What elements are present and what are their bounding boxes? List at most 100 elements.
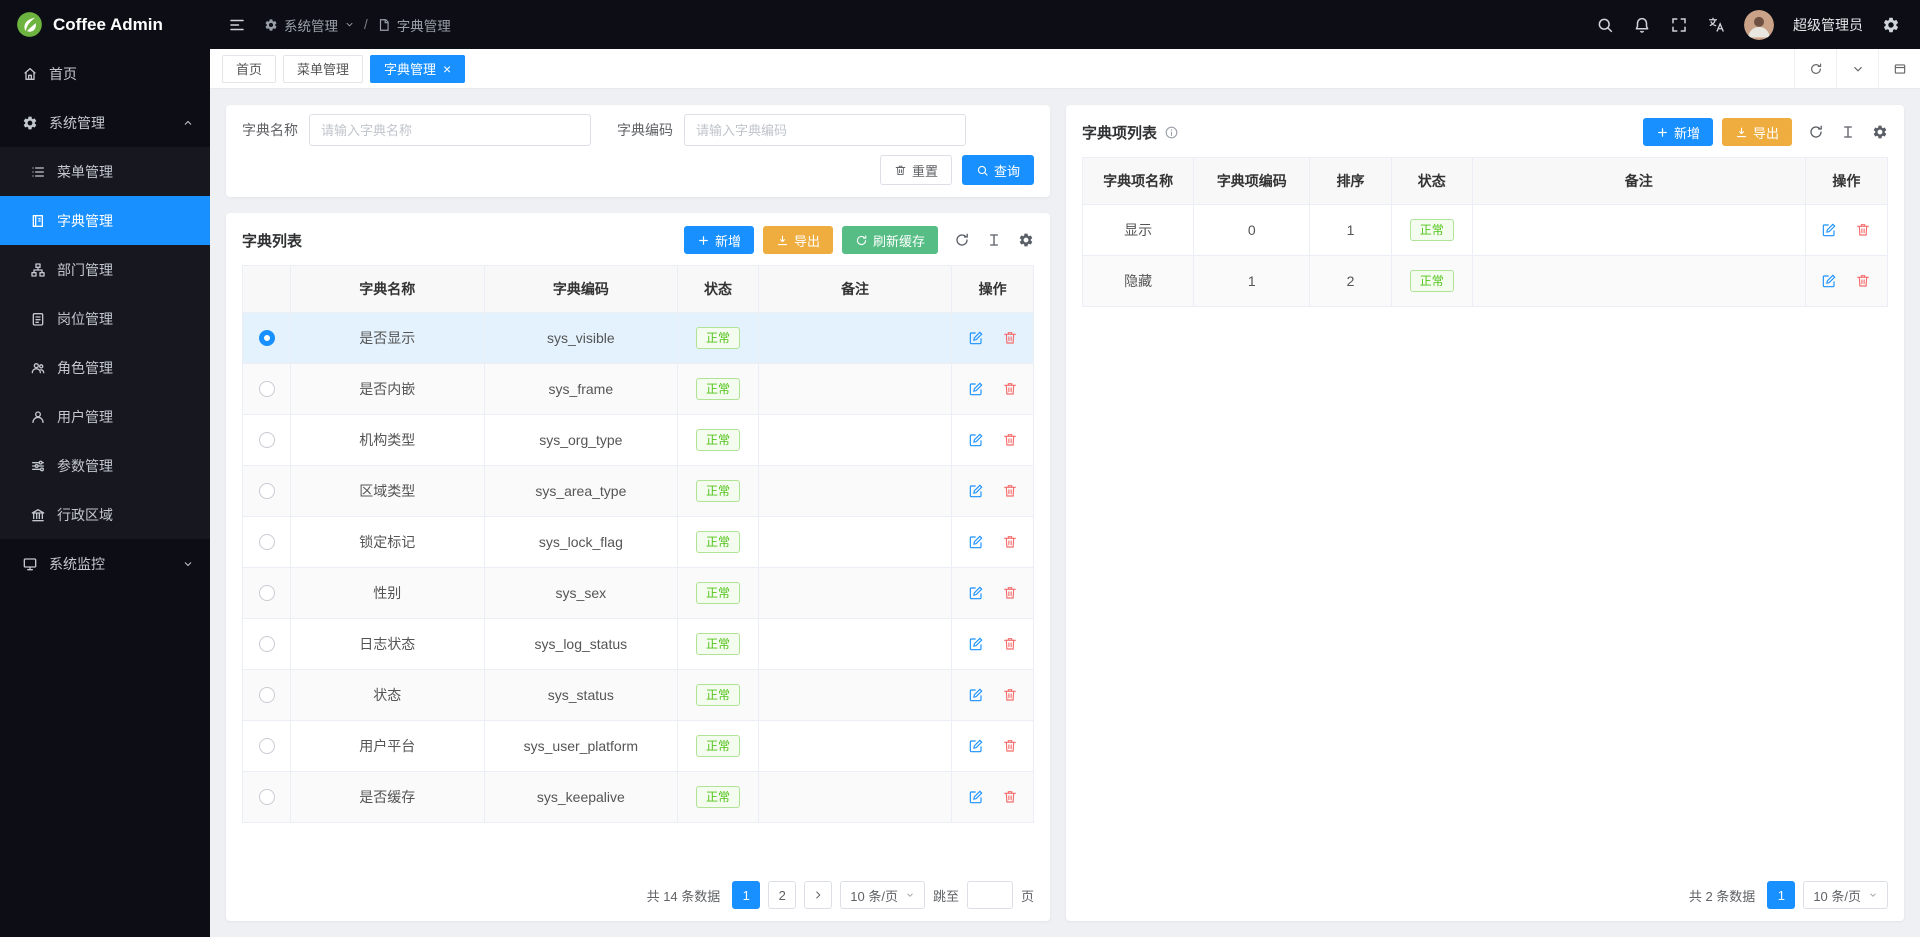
- app-title: Coffee Admin: [53, 15, 163, 35]
- dict-row-sys_lock_flag[interactable]: 锁定标记 sys_lock_flag 正常: [243, 517, 1033, 568]
- dict-row-sys_log_status[interactable]: 日志状态 sys_log_status 正常: [243, 619, 1033, 670]
- username[interactable]: 超级管理员: [1793, 15, 1863, 35]
- delete-icon[interactable]: [1855, 222, 1871, 238]
- dict-row-sys_visible[interactable]: 是否显示 sys_visible 正常: [243, 313, 1033, 364]
- dict-item-row[interactable]: 隐藏 1 2 正常: [1083, 256, 1887, 307]
- per-page-select[interactable]: 10 条/页: [1803, 881, 1888, 909]
- add-item-button[interactable]: 新增: [1643, 118, 1713, 146]
- app-logo[interactable]: Coffee Admin: [0, 0, 210, 49]
- tabs-dropdown-icon[interactable]: [1836, 49, 1878, 88]
- sidebar-item-system-monitor[interactable]: 系统监控: [0, 539, 210, 588]
- avatar[interactable]: [1744, 10, 1774, 40]
- delete-icon[interactable]: [1002, 738, 1018, 754]
- edit-icon[interactable]: [968, 636, 984, 652]
- sidebar-item-dept-management[interactable]: 部门管理: [0, 245, 210, 294]
- page-button-1[interactable]: 1: [1767, 881, 1795, 909]
- dict-row-sys_user_platform[interactable]: 用户平台 sys_user_platform 正常: [243, 721, 1033, 772]
- row-radio[interactable]: [259, 432, 275, 448]
- delete-icon[interactable]: [1002, 789, 1018, 805]
- sidebar-item-system-management[interactable]: 系统管理: [0, 98, 210, 147]
- delete-icon[interactable]: [1002, 432, 1018, 448]
- per-page-select[interactable]: 10 条/页: [840, 881, 925, 909]
- search-icon[interactable]: [1596, 16, 1614, 34]
- row-radio[interactable]: [259, 381, 275, 397]
- delete-icon[interactable]: [1002, 330, 1018, 346]
- sidebar-item-home[interactable]: 首页: [0, 49, 210, 98]
- dict-row-sys_frame[interactable]: 是否内嵌 sys_frame 正常: [243, 364, 1033, 415]
- table-refresh-icon[interactable]: [1808, 124, 1824, 140]
- row-radio[interactable]: [259, 534, 275, 550]
- table-settings-icon[interactable]: [1872, 124, 1888, 140]
- row-radio[interactable]: [259, 636, 275, 652]
- row-radio[interactable]: [259, 738, 275, 754]
- jump-page-input[interactable]: [967, 881, 1013, 909]
- sidebar-item-menu-management[interactable]: 菜单管理: [0, 147, 210, 196]
- row-radio[interactable]: [259, 585, 275, 601]
- breadcrumb-item-dict[interactable]: 字典管理: [377, 15, 451, 35]
- sidebar-item-role-management[interactable]: 角色管理: [0, 343, 210, 392]
- dict-row-sys_area_type[interactable]: 区域类型 sys_area_type 正常: [243, 466, 1033, 517]
- fullscreen-icon[interactable]: [1670, 16, 1688, 34]
- cell-remark: [759, 415, 953, 465]
- dict-row-sys_keepalive[interactable]: 是否缓存 sys_keepalive 正常: [243, 772, 1033, 823]
- table-refresh-icon[interactable]: [954, 232, 970, 248]
- dict-code-input[interactable]: [684, 114, 966, 146]
- reset-button[interactable]: 重置: [880, 155, 952, 185]
- tab-dict-management[interactable]: 字典管理 ×: [370, 55, 465, 83]
- edit-icon[interactable]: [968, 585, 984, 601]
- bell-icon[interactable]: [1633, 16, 1651, 34]
- dict-name-input[interactable]: [309, 114, 591, 146]
- edit-icon[interactable]: [968, 738, 984, 754]
- query-button[interactable]: 查询: [962, 155, 1034, 185]
- dict-row-sys_sex[interactable]: 性别 sys_sex 正常: [243, 568, 1033, 619]
- dict-row-sys_status[interactable]: 状态 sys_status 正常: [243, 670, 1033, 721]
- delete-icon[interactable]: [1002, 483, 1018, 499]
- table-settings-icon[interactable]: [1018, 232, 1034, 248]
- delete-icon[interactable]: [1002, 585, 1018, 601]
- edit-icon[interactable]: [1821, 273, 1837, 289]
- edit-icon[interactable]: [1821, 222, 1837, 238]
- tab-home[interactable]: 首页: [222, 55, 276, 83]
- sidebar-collapse-icon[interactable]: [228, 16, 246, 34]
- close-icon[interactable]: ×: [443, 62, 451, 76]
- export-dict-button[interactable]: 导出: [763, 226, 833, 254]
- delete-icon[interactable]: [1855, 273, 1871, 289]
- edit-icon[interactable]: [968, 330, 984, 346]
- settings-gear-icon[interactable]: [1882, 16, 1900, 34]
- sidebar-item-param-management[interactable]: 参数管理: [0, 441, 210, 490]
- table-stripe-icon[interactable]: [1840, 124, 1856, 140]
- tab-menu-management[interactable]: 菜单管理: [283, 55, 363, 83]
- edit-icon[interactable]: [968, 687, 984, 703]
- row-radio[interactable]: [259, 789, 275, 805]
- delete-icon[interactable]: [1002, 687, 1018, 703]
- edit-icon[interactable]: [968, 483, 984, 499]
- row-radio[interactable]: [259, 330, 275, 346]
- edit-icon[interactable]: [968, 381, 984, 397]
- refresh-cache-button[interactable]: 刷新缓存: [842, 226, 938, 254]
- edit-icon[interactable]: [968, 432, 984, 448]
- page-button-1[interactable]: 1: [732, 881, 760, 909]
- delete-icon[interactable]: [1002, 636, 1018, 652]
- page-button-2[interactable]: 2: [768, 881, 796, 909]
- row-radio[interactable]: [259, 687, 275, 703]
- dict-row-sys_org_type[interactable]: 机构类型 sys_org_type 正常: [243, 415, 1033, 466]
- edit-icon[interactable]: [968, 534, 984, 550]
- status-badge: 正常: [1410, 219, 1454, 241]
- row-radio[interactable]: [259, 483, 275, 499]
- next-page-button[interactable]: [804, 881, 832, 909]
- dict-item-row[interactable]: 显示 0 1 正常: [1083, 205, 1887, 256]
- add-dict-button[interactable]: 新增: [684, 226, 754, 254]
- delete-icon[interactable]: [1002, 381, 1018, 397]
- tabs-fullscreen-icon[interactable]: [1878, 49, 1920, 88]
- sidebar-item-user-management[interactable]: 用户管理: [0, 392, 210, 441]
- sidebar-item-dict-management[interactable]: 字典管理: [0, 196, 210, 245]
- sidebar-item-post-management[interactable]: 岗位管理: [0, 294, 210, 343]
- export-items-button[interactable]: 导出: [1722, 118, 1792, 146]
- tabs-refresh-icon[interactable]: [1794, 49, 1836, 88]
- edit-icon[interactable]: [968, 789, 984, 805]
- breadcrumb-item-system[interactable]: 系统管理: [264, 15, 355, 35]
- delete-icon[interactable]: [1002, 534, 1018, 550]
- table-stripe-icon[interactable]: [986, 232, 1002, 248]
- translate-icon[interactable]: [1707, 16, 1725, 34]
- sidebar-item-admin-region[interactable]: 行政区域: [0, 490, 210, 539]
